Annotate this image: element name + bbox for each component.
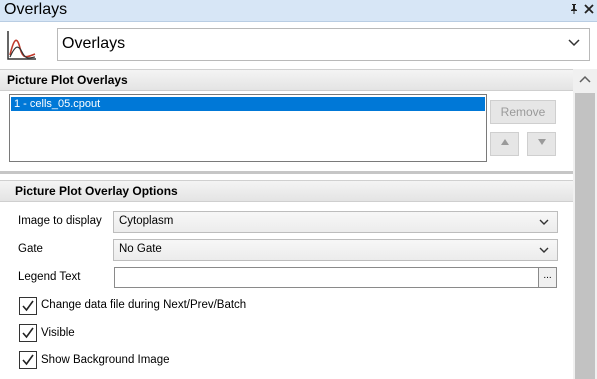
image-to-display-dropdown[interactable]: Cytoplasm [113, 211, 558, 233]
show-background-image-checkbox[interactable] [19, 351, 37, 369]
pin-icon[interactable] [567, 3, 581, 17]
show-background-image-label: Show Background Image [41, 354, 170, 366]
change-data-file-label: Change data file during Next/Prev/Batch [41, 299, 247, 311]
move-down-button[interactable] [527, 132, 556, 156]
legend-text-browse-button[interactable]: ... [538, 267, 557, 288]
chevron-down-icon [538, 216, 550, 228]
visible-label: Visible [41, 327, 75, 339]
section-divider[interactable] [0, 171, 573, 174]
section-picture-plot-overlays: Picture Plot Overlays [0, 69, 573, 91]
legend-text-label: Legend Text [18, 271, 81, 283]
up-arrow-icon [500, 138, 510, 149]
gate-value: No Gate [119, 243, 162, 255]
chart-overlay-icon [5, 28, 39, 62]
close-icon[interactable] [582, 3, 596, 17]
gate-dropdown[interactable]: No Gate [113, 239, 558, 261]
visible-checkbox[interactable] [19, 324, 37, 342]
legend-text-input[interactable] [114, 267, 540, 288]
image-to-display-label: Image to display [18, 215, 102, 227]
overlay-type-value: Overlays [62, 35, 126, 52]
change-data-file-checkbox[interactable] [19, 297, 37, 315]
remove-button[interactable]: Remove [490, 100, 556, 124]
scroll-up-icon[interactable] [573, 75, 597, 89]
overlay-list[interactable]: 1 - cells_05.cpout [9, 94, 487, 162]
image-to-display-value: Cytoplasm [119, 215, 174, 227]
overlay-type-dropdown[interactable]: Overlays [57, 28, 590, 61]
down-arrow-icon [537, 138, 547, 149]
chevron-down-icon [567, 35, 581, 49]
gate-label: Gate [18, 243, 43, 255]
section-overlay-options: Picture Plot Overlay Options [0, 180, 573, 202]
scrollbar-thumb[interactable] [575, 93, 595, 379]
move-up-button[interactable] [490, 132, 519, 156]
title-bar: Overlays [0, 0, 597, 22]
list-item[interactable]: 1 - cells_05.cpout [11, 97, 485, 111]
vertical-scrollbar[interactable] [573, 69, 597, 379]
window-title: Overlays [4, 1, 68, 18]
chevron-down-icon [538, 244, 550, 256]
